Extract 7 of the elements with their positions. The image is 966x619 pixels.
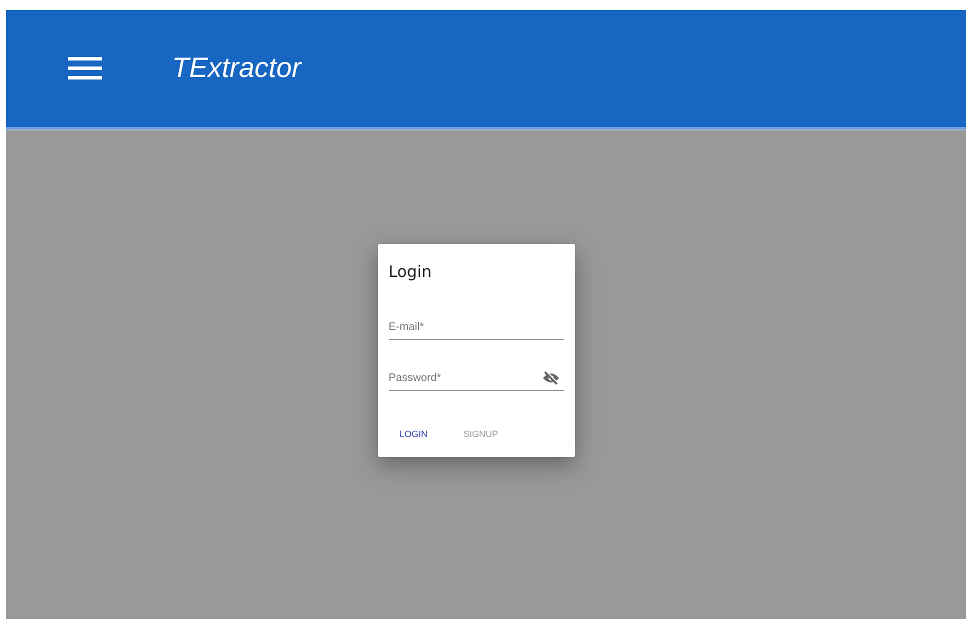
eye-off-icon[interactable]	[542, 371, 560, 385]
app-title: TExtractor	[172, 52, 302, 84]
input-field[interactable]: E-mail*	[388, 321, 564, 333]
menu-icon[interactable]	[68, 56, 102, 80]
input-field[interactable]: Password*	[388, 372, 542, 384]
action-button[interactable]: LOGIN	[388, 425, 439, 443]
dialog-title: Login	[388, 262, 433, 281]
